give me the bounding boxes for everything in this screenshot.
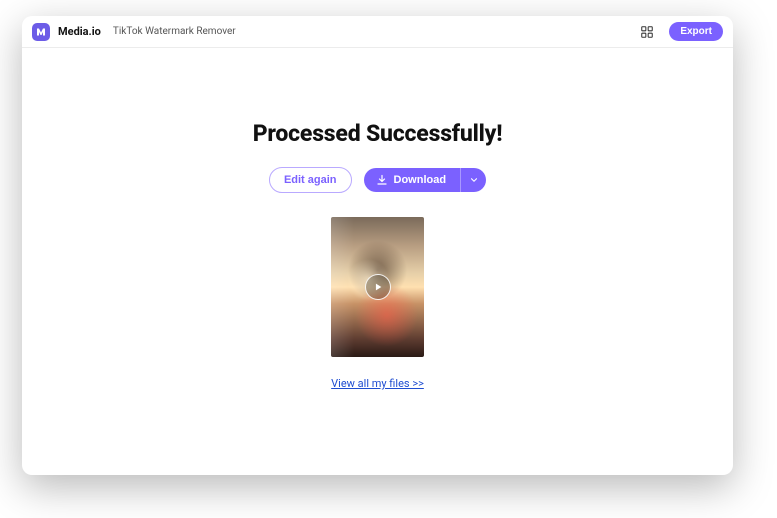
view-all-files-link[interactable]: View all my files >> — [331, 377, 424, 390]
download-button[interactable]: Download — [364, 168, 461, 192]
export-button[interactable]: Export — [669, 22, 723, 41]
tool-name: TikTok Watermark Remover — [113, 26, 236, 37]
media-logo-icon — [35, 26, 47, 38]
play-icon — [373, 282, 383, 292]
page-title: Processed Successfully! — [253, 120, 503, 147]
edit-again-button[interactable]: Edit again — [269, 167, 352, 193]
download-options-button[interactable] — [460, 168, 486, 192]
apps-grid-icon — [640, 25, 654, 39]
video-thumbnail[interactable] — [331, 217, 424, 357]
apps-menu-button[interactable] — [639, 24, 655, 40]
download-button-group: Download — [364, 168, 487, 192]
download-icon — [376, 174, 388, 186]
app-window: Media.io TikTok Watermark Remover Export… — [22, 16, 733, 475]
chevron-down-icon — [469, 175, 479, 185]
action-buttons: Edit again Download — [269, 167, 486, 193]
brand-name: Media.io — [58, 25, 101, 38]
main-content: Processed Successfully! Edit again Downl… — [22, 48, 733, 475]
brand-logo — [32, 23, 50, 41]
download-label: Download — [394, 174, 447, 186]
play-button[interactable] — [365, 274, 391, 300]
header: Media.io TikTok Watermark Remover Export — [22, 16, 733, 48]
